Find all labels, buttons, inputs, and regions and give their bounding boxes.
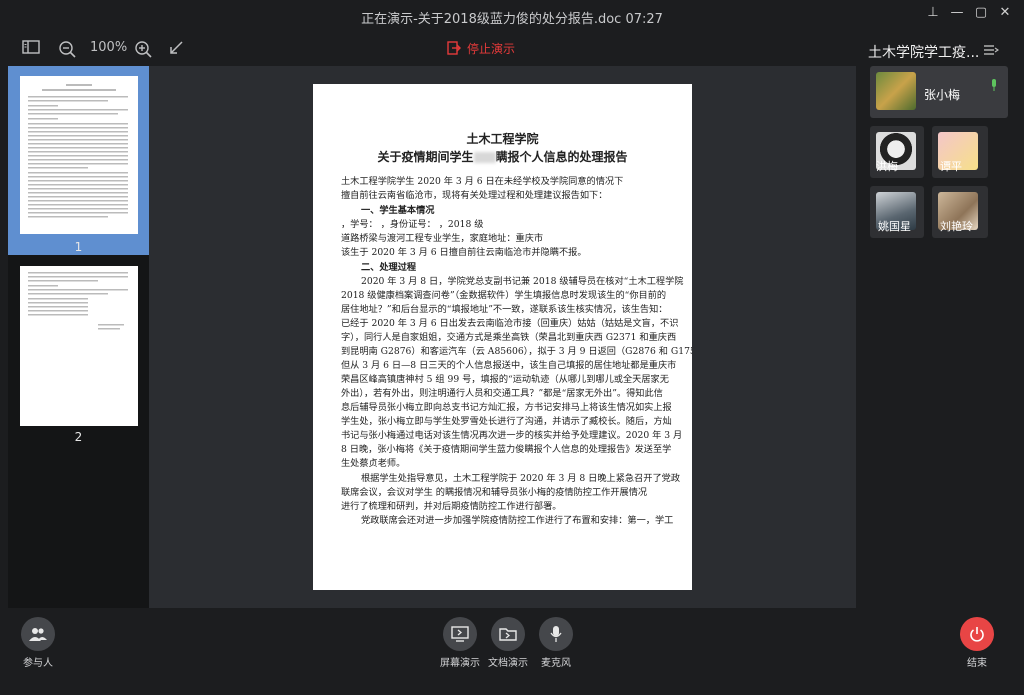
- participant-tile[interactable]: 谭平: [932, 126, 988, 178]
- avatar: [876, 72, 916, 110]
- active-speaker-tile[interactable]: 张小梅: [870, 66, 1008, 118]
- close-icon[interactable]: ✕: [994, 4, 1016, 22]
- doc-line: 到昆明南 G2876）和客运汽车（云 A85606），拟于 3 月 9 日返回（…: [341, 346, 692, 357]
- screen-share-button[interactable]: [443, 617, 477, 651]
- end-button[interactable]: [960, 617, 994, 651]
- zoom-out-icon[interactable]: [58, 40, 76, 58]
- doc-title: 土木工程学院: [466, 132, 539, 146]
- thumbnail-page-2[interactable]: [20, 266, 138, 426]
- doc-line: 道路桥梁与渡河工程专业学生，家庭地址：重庆市: [341, 233, 544, 244]
- window-title: 正在演示-关于2018级蓝力俊的处分报告.doc 07:27: [361, 12, 663, 27]
- participant-name: 姚国星: [878, 220, 911, 233]
- doc-line: 2020 年 3 月 8 日，学院党总支副书记兼 2018 级辅导员在核对“土木…: [361, 276, 684, 287]
- folder-share-icon: [499, 628, 517, 641]
- thumbnail-2-number: 2: [74, 430, 83, 444]
- microphone-label: 麦克风: [541, 658, 571, 669]
- doc-line: 息后辅导员张小梅立即向总支书记方灿汇报，方书记安排马上将该生情况如实上报: [341, 402, 672, 413]
- participant-tile[interactable]: 洪梅: [870, 126, 924, 178]
- exit-icon: [447, 41, 461, 58]
- sidebar-toggle-icon[interactable]: [22, 40, 40, 58]
- redaction: [473, 152, 496, 163]
- doc-line: 擅自前往云南省临沧市，现将有关处理过程和处理建议报告如下：: [341, 190, 608, 201]
- doc-line: 联席会议，会议对学生 的瞒报情况和辅导员张小梅的疫情防控工作开展情况: [341, 487, 648, 498]
- zoom-level: 100%: [90, 40, 128, 55]
- doc-line: 但从 3 月 6 日—8 日三天的个人信息报送中，该生自己填报的居住地址都是重庆…: [341, 360, 677, 371]
- mic-active-icon: [990, 76, 998, 95]
- thumbnail-page-1[interactable]: [20, 76, 138, 234]
- doc-line: 进行了梳理和研判，并对后期疫情防控工作进行部署。: [341, 501, 562, 512]
- doc-line: 根据学生处指导意见，土木工程学院于 2020 年 3 月 8 日晚上紧急召开了党…: [361, 473, 681, 484]
- participant-name: 谭平: [940, 160, 962, 173]
- doc-line: 学生处，张小梅立即与学生处罗雪处长进行了沟通，并请示了臧校长。随后，方灿: [341, 416, 672, 427]
- doc-line: 荣昌区峰高镇唐神村 5 组 99 号，填报的“运动轨迹（从哪儿到哪儿或全天居家无: [341, 374, 669, 385]
- doc-line: 居住地址？”和后台显示的“填报地址”不一致，遂联系该生核实情况，该生告知：: [341, 304, 668, 315]
- participant-tile[interactable]: 姚国星: [870, 186, 924, 238]
- zoom-in-icon[interactable]: [134, 40, 152, 58]
- doc-line: 党政联席会还对进一步加强学院疫情防控工作进行了布置和安排：第一，学工: [361, 515, 674, 526]
- collapse-list-icon[interactable]: [983, 42, 1000, 61]
- page-thumbnails-panel: 1 2: [8, 66, 149, 608]
- doc-line: 字），同行人是自家姐姐，交通方式是乘坐高铁（荣昌北到重庆西 G2371 和重庆西: [341, 332, 677, 343]
- group-name: 土木学院学工疫...: [868, 45, 980, 61]
- microphone-button[interactable]: [539, 617, 573, 651]
- doc-line: 8 日晚，张小梅将《关于疫情期间学生蓝力俊瞒报个人信息的处理报告》发送至学: [341, 444, 672, 455]
- end-label: 结束: [967, 658, 987, 669]
- speaker-name: 张小梅: [924, 88, 961, 102]
- doc-line: 该生于 2020 年 3 月 6 日擅自前往云南临沧市并隐瞒不报。: [341, 247, 587, 258]
- doc-share-button[interactable]: [491, 617, 525, 651]
- pin-icon[interactable]: ⊥: [922, 4, 944, 22]
- participants-button[interactable]: [21, 617, 55, 651]
- exit-fullscreen-icon[interactable]: [168, 40, 184, 58]
- participants-label: 参与人: [23, 658, 53, 669]
- minimize-icon[interactable]: —: [946, 4, 968, 22]
- participant-name: 洪梅: [876, 160, 898, 173]
- maximize-icon[interactable]: ▢: [970, 4, 992, 22]
- thumbnail-1-number: 1: [74, 240, 83, 254]
- doc-line: ，学号： ，身份证号： ，2018 级: [341, 219, 484, 230]
- stop-presenting-button[interactable]: 停止演示: [447, 40, 515, 58]
- doc-line: 一、学生基本情况: [361, 205, 435, 216]
- doc-line: 2018 级健康档案调查问卷”（金数据软件）学生填报信息时发现该生的“你目前的: [341, 290, 667, 301]
- participant-tile[interactable]: 刘艳玲: [932, 186, 988, 238]
- stop-presenting-label: 停止演示: [467, 42, 516, 56]
- doc-line: 外出），若有外出，则注明通行人员和交通工具？”都是“居家无外出”。得知此信: [341, 388, 663, 399]
- doc-line: 土木工程学院学生 2020 年 3 月 6 日在未经学校及学院同意的情况下: [341, 176, 624, 187]
- screen-share-icon: [451, 626, 469, 642]
- doc-subtitle: 关于疫情期间学生 瞒报个人信息的处理报告: [377, 150, 628, 164]
- participant-name: 刘艳玲: [940, 220, 973, 233]
- document-page: 土木工程学院 关于疫情期间学生 瞒报个人信息的处理报告 土木工程学院学生 2020…: [313, 84, 692, 590]
- doc-line: 生处蔡贞老师。: [341, 458, 406, 469]
- doc-line: 已经于 2020 年 3 月 6 日出发去云南临沧市接（回重庆）姑姑（姑姑是文盲…: [341, 318, 679, 329]
- power-icon: [970, 627, 984, 642]
- doc-line: 二、处理过程: [361, 262, 417, 273]
- microphone-icon: [550, 626, 562, 642]
- doc-line: 书记与张小梅通过电话对该生情况再次进一步的核实并给予处理建议。2020 年 3 …: [341, 430, 683, 441]
- people-icon: [29, 628, 47, 641]
